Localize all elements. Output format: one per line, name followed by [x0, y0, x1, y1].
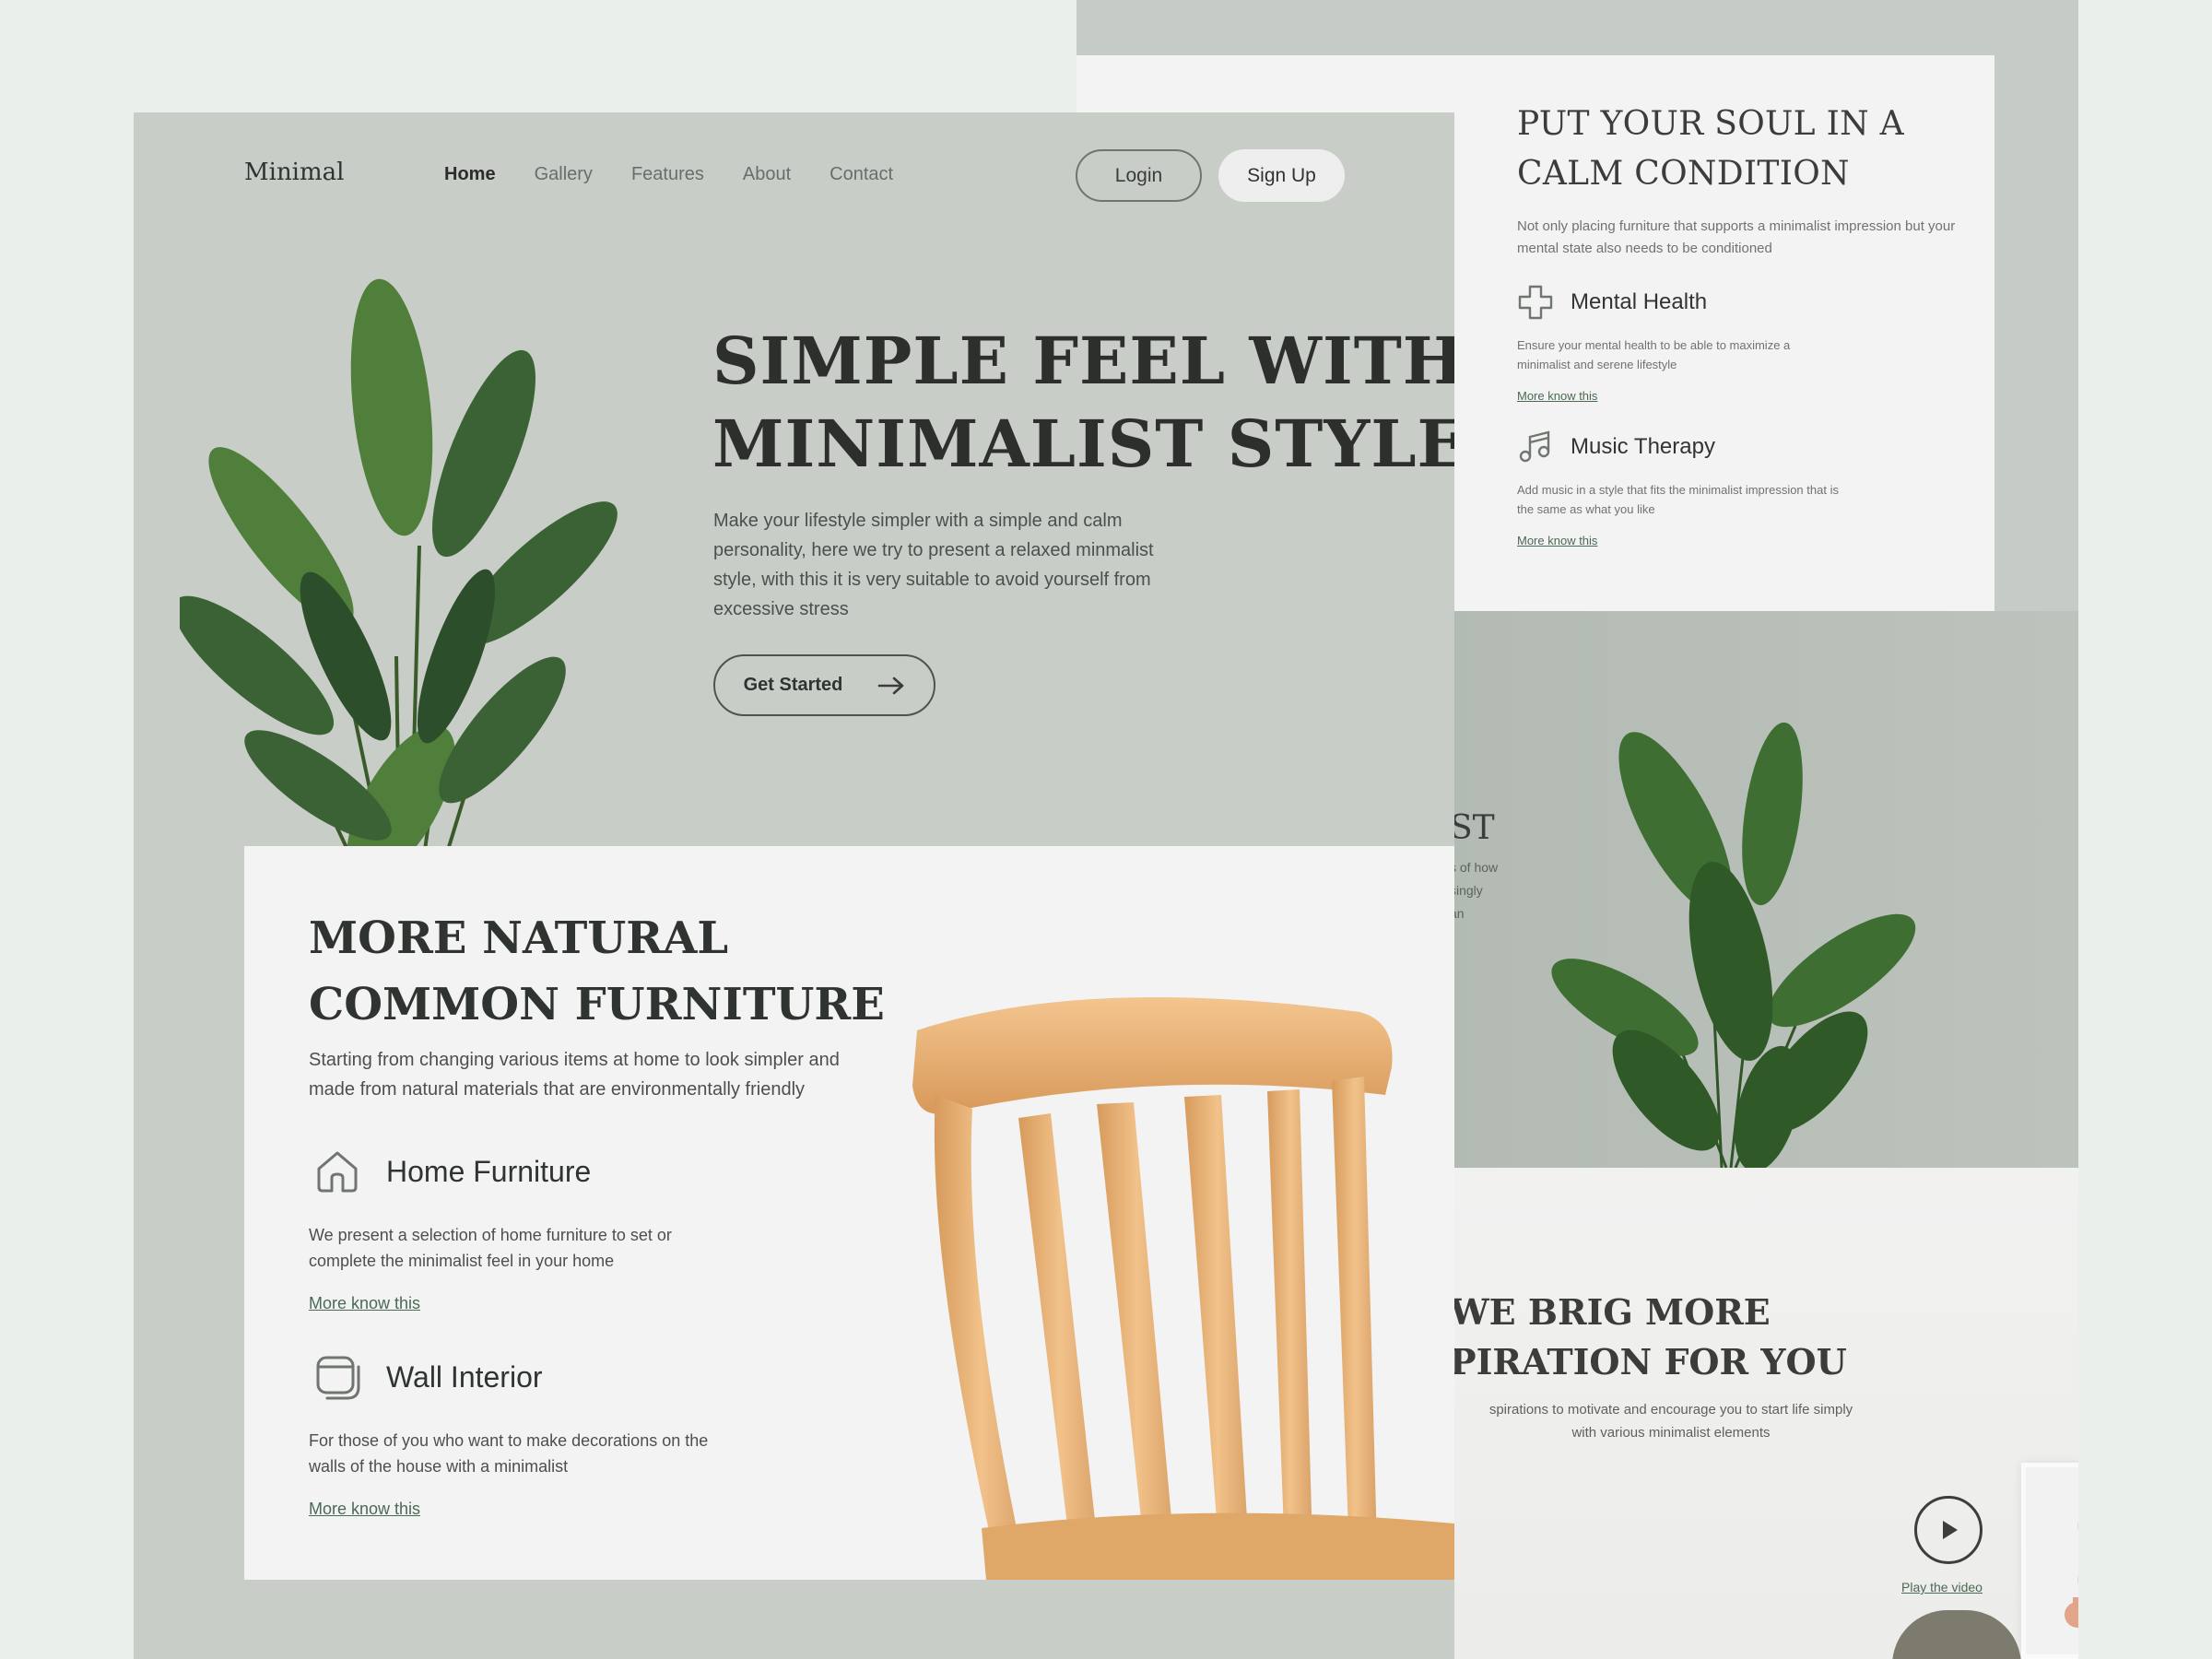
get-started-button[interactable]: Get Started — [713, 654, 935, 716]
landing-page: Minimal Home Gallery Features About Cont… — [134, 112, 1454, 1659]
music-note-icon — [1517, 429, 1554, 465]
furniture-section-title: MORE NATURAL COMMON FURNITURE — [309, 905, 885, 1038]
chair-image — [1892, 1610, 2021, 1659]
calm-condition-content: PUT YOUR SOUL IN A CALM CONDITION Not on… — [1517, 100, 1978, 549]
calm-condition-description: Not only placing furniture that supports… — [1517, 218, 1956, 256]
furniture-title-line-2: COMMON FURNITURE — [309, 979, 885, 1030]
music-therapy-header: Music Therapy — [1517, 429, 1978, 465]
play-video-link[interactable]: Play the video — [1901, 1580, 1983, 1594]
wall-interior-header: Wall Interior — [309, 1348, 714, 1406]
get-started-label: Get Started — [743, 675, 843, 695]
home-icon — [309, 1143, 366, 1200]
calm-title-line-2: CALM CONDITION — [1517, 155, 1850, 193]
furniture-title-line-1: MORE NATURAL — [309, 912, 729, 964]
home-furniture-header: Home Furniture — [309, 1143, 714, 1200]
partial-line: singly — [1450, 883, 1483, 898]
home-furniture-description: We present a selection of home furniture… — [309, 1226, 672, 1270]
wall-interior-description: For those of you who want to make decora… — [309, 1431, 709, 1476]
play-icon — [1943, 1521, 1958, 1539]
nav-features[interactable]: Features — [631, 164, 704, 185]
inspiration-description: spirations to motivate and encourage you… — [1450, 1398, 1892, 1444]
inspiration-title: WE BRIG MORE PIRATION FOR YOU — [1450, 1288, 1847, 1387]
partial-section-text: ST s of how singly an — [1450, 809, 1498, 925]
inspiration-desc-line-2: with various minimalist elements — [1571, 1425, 1771, 1441]
mental-health-link[interactable]: More know this — [1517, 389, 1597, 403]
hero-title: SIMPLE FEEL WITH MINIMALIST STYLE — [712, 320, 1454, 486]
hero-description: Make your lifestyle simpler with a simpl… — [713, 511, 1154, 619]
partial-line: an — [1450, 906, 1465, 921]
wooden-chair-image — [912, 997, 1454, 1580]
wall-frame-image — [2021, 1463, 2078, 1659]
music-therapy-description: Add music in a style that fits the minim… — [1517, 483, 1839, 516]
banana-plant-image — [1551, 722, 1916, 1168]
home-furniture-link[interactable]: More know this — [309, 1294, 420, 1313]
wall-interior-feature: Wall Interior For those of you who want … — [309, 1348, 714, 1519]
inspiration-desc-line-1: spirations to motivate and encourage you… — [1488, 1402, 1853, 1418]
natural-furniture-section: MORE NATURAL COMMON FURNITURE Starting f… — [244, 846, 1454, 1580]
vase-image — [2065, 1597, 2078, 1628]
music-therapy-feature: Music Therapy Add music in a style that … — [1517, 429, 1978, 549]
partial-section-title: ST — [1450, 809, 1495, 847]
calm-condition-title: PUT YOUR SOUL IN A CALM CONDITION — [1517, 100, 1978, 199]
brand-logo[interactable]: Minimal — [244, 159, 344, 186]
wall-interior-title: Wall Interior — [386, 1359, 543, 1394]
mental-health-header: Mental Health — [1517, 284, 1978, 321]
wall-frame-icon — [309, 1348, 366, 1406]
arrow-right-icon — [878, 677, 904, 694]
inspiration-content: WE BRIG MORE PIRATION FOR YOU spirations… — [1450, 1168, 2078, 1659]
inspiration-title-line-2: PIRATION FOR YOU — [1450, 1341, 1847, 1382]
furniture-section-description: Starting from changing various items at … — [309, 1050, 840, 1100]
inspiration-title-line-1: WE BRIG MORE — [1450, 1291, 1771, 1333]
home-furniture-title: Home Furniture — [386, 1154, 592, 1188]
mental-health-title: Mental Health — [1571, 289, 1708, 314]
partial-line: s of how — [1450, 860, 1499, 875]
home-furniture-feature: Home Furniture We present a selection of… — [309, 1143, 714, 1313]
nav-about[interactable]: About — [743, 164, 791, 185]
mental-health-description: Ensure your mental health to be able to … — [1517, 338, 1791, 371]
plus-cross-icon — [1517, 284, 1554, 321]
mental-health-feature: Mental Health Ensure your mental health … — [1517, 284, 1978, 405]
nav-contact[interactable]: Contact — [830, 164, 893, 185]
hero-title-line-1: SIMPLE FEEL WITH — [712, 323, 1454, 399]
nav-home[interactable]: Home — [444, 164, 496, 185]
login-button[interactable]: Login — [1076, 149, 1202, 202]
hero-title-line-2: MINIMALIST STYLE — [712, 406, 1454, 482]
play-video-button[interactable] — [1914, 1496, 1983, 1564]
calm-title-line-1: PUT YOUR SOUL IN A — [1517, 105, 1904, 143]
music-therapy-title: Music Therapy — [1571, 434, 1715, 459]
music-therapy-link[interactable]: More know this — [1517, 534, 1597, 547]
signup-button[interactable]: Sign Up — [1218, 149, 1345, 202]
nav-gallery[interactable]: Gallery — [535, 164, 593, 185]
wall-interior-link[interactable]: More know this — [309, 1500, 420, 1519]
main-nav: Home Gallery Features About Contact — [444, 164, 893, 185]
